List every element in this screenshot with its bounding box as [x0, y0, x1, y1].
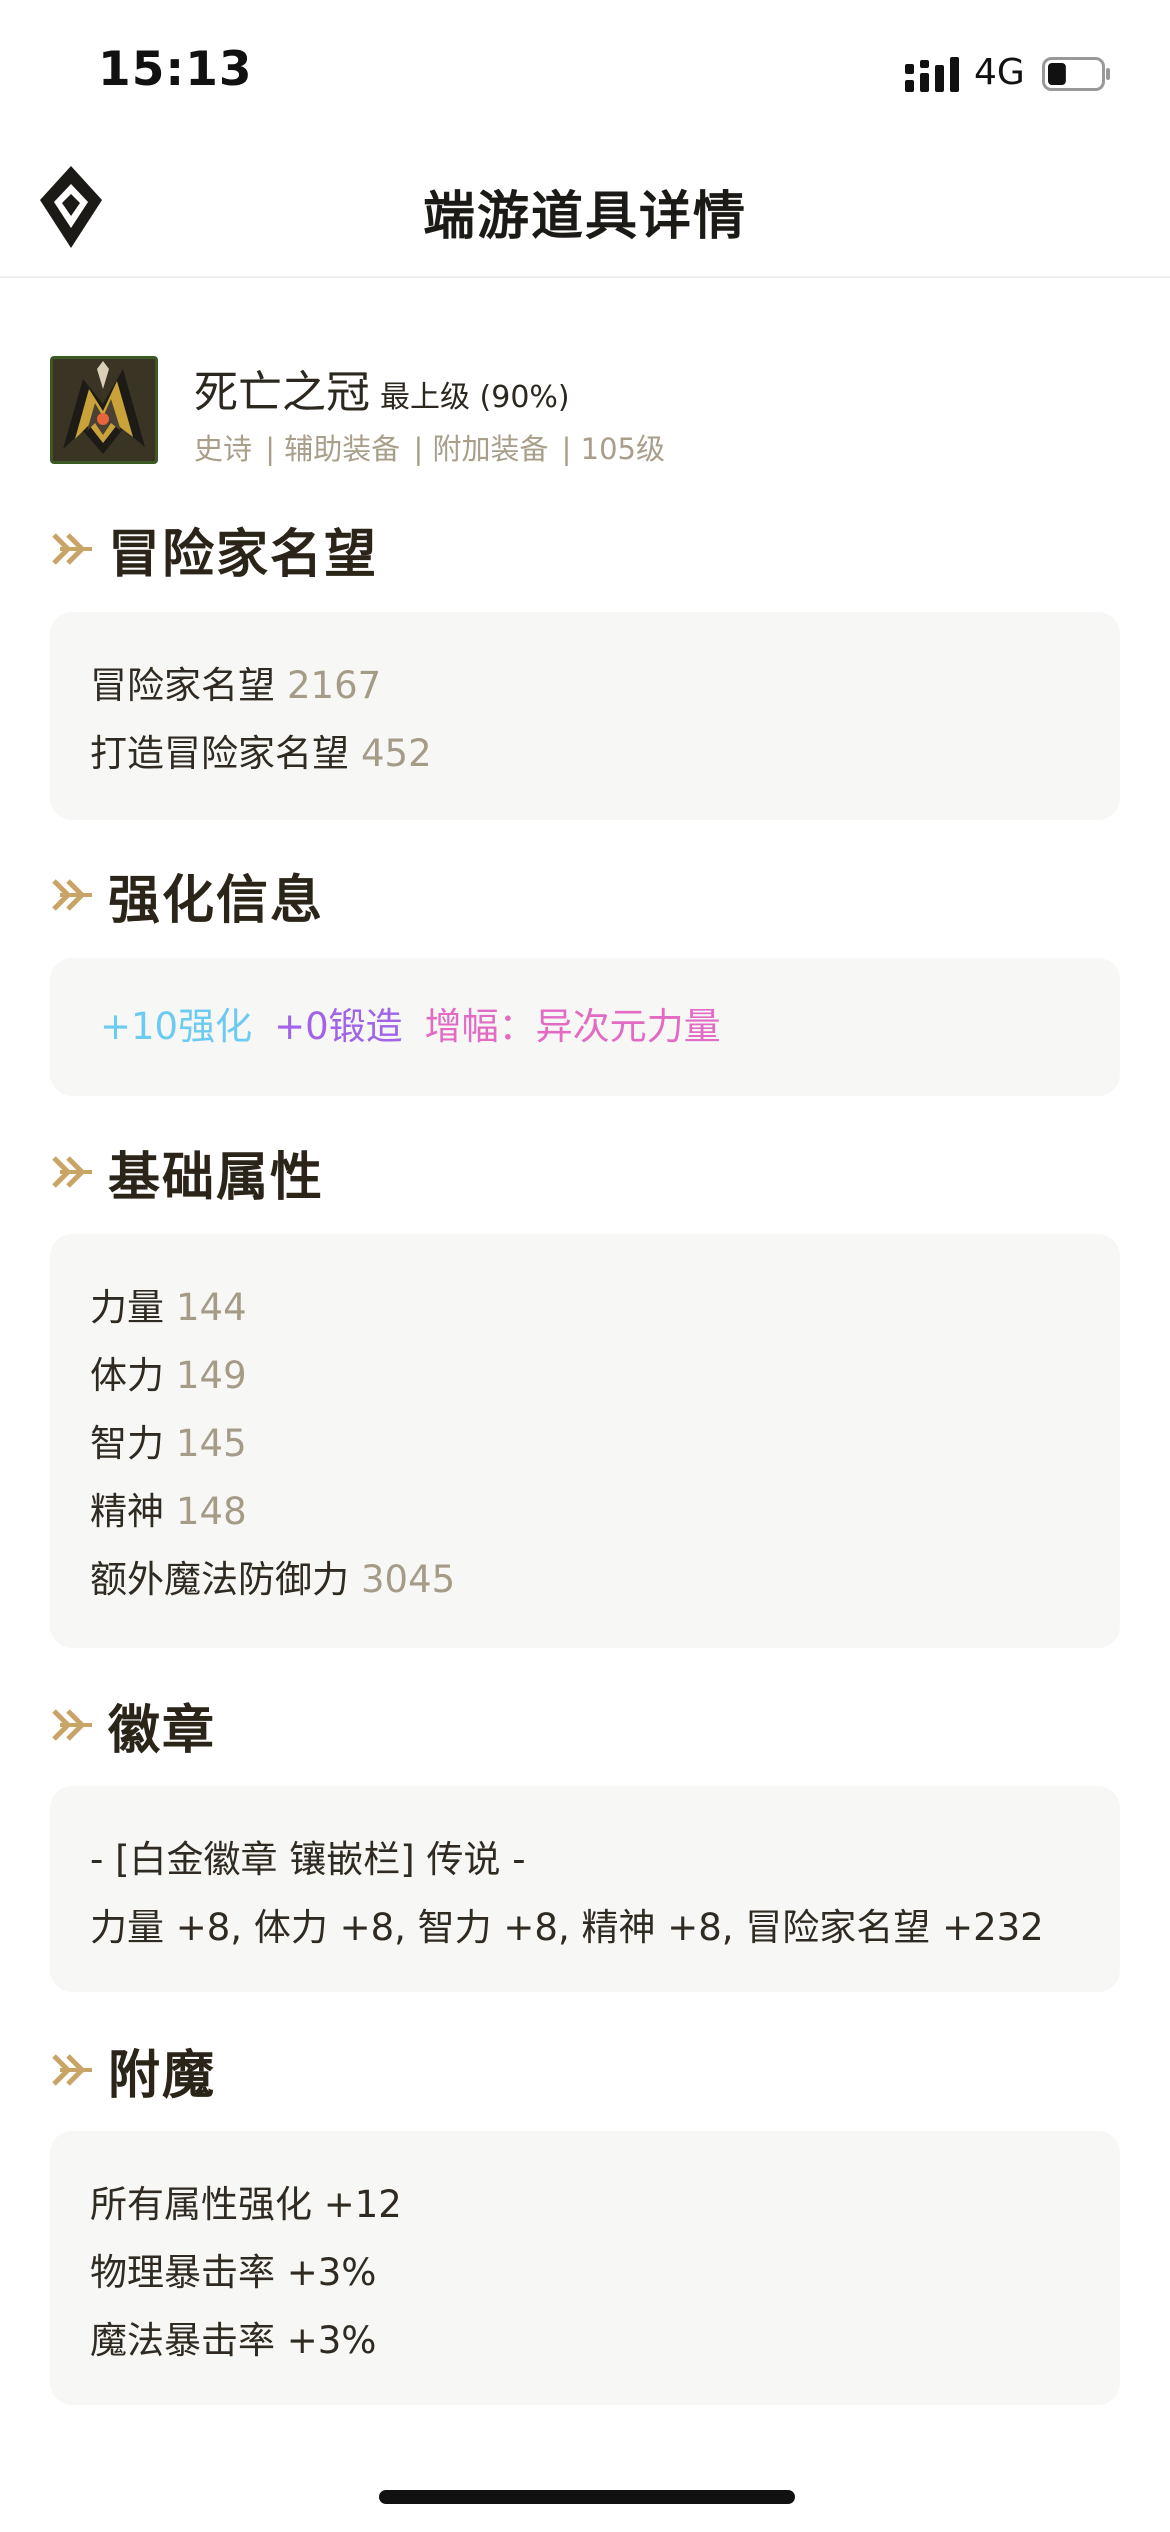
list-item: 力量 144 [90, 1286, 247, 1329]
nav-bar: 端游道具详情 [0, 140, 1170, 278]
base-stats-card: 力量 144 体力 149 智力 145 精神 148 额外魔法防御力 3045 [50, 1234, 1120, 1648]
list-item: 智力 145 [90, 1422, 247, 1465]
item-header: 死亡之冠 最上级 (90%) 史诗 | 辅助装备 | 附加装备 | 105级 [50, 356, 1120, 476]
list-item: 冒险家名望 2167 [90, 664, 382, 707]
section-base-title: 基础属性 [50, 1137, 324, 1208]
list-item: 物理暴击率 +3% [90, 2251, 377, 2294]
section-reputation-title: 冒险家名望 [50, 514, 378, 585]
emblem-stats-line: 力量 +8, 体力 +8, 智力 +8, 精神 +8, 冒险家名望 +232 [90, 1906, 1044, 1949]
status-time: 15:13 [98, 42, 253, 97]
list-item: 打造冒险家名望 452 [90, 732, 432, 775]
list-item: 体力 149 [90, 1354, 247, 1397]
emblem-card: - [白金徽章 镶嵌栏] 传说 - 力量 +8, 体力 +8, 智力 +8, 精… [50, 1786, 1120, 1992]
page-title: 端游道具详情 [422, 187, 747, 247]
amplify-value: 增幅：异次元力量 [424, 1005, 721, 1048]
section-emblem-title: 徽章 [50, 1690, 216, 1761]
arrow-right-icon [52, 2054, 92, 2086]
emblem-slot-line: - [白金徽章 镶嵌栏] 传说 - [90, 1838, 526, 1881]
arrow-right-icon [52, 1709, 92, 1741]
arrow-right-icon [52, 533, 92, 565]
item-tag-slot: | 附加装备 [413, 432, 549, 466]
item-name: 死亡之冠 [194, 367, 370, 418]
network-label: 4G [974, 52, 1025, 93]
item-tags: 史诗 | 辅助装备 | 附加装备 | 105级 [194, 426, 669, 468]
forge-value: +0锻造 [274, 1005, 403, 1048]
list-item: 所有属性强化 +12 [90, 2183, 402, 2226]
section-enhance-title: 强化信息 [50, 860, 324, 931]
arrow-right-icon [52, 879, 92, 911]
reinforce-value: +10强化 [100, 1005, 253, 1048]
reputation-card: 冒险家名望 2167 打造冒险家名望 452 [50, 612, 1120, 820]
list-item: 额外魔法防御力 3045 [90, 1558, 456, 1601]
battery-icon [1042, 57, 1110, 91]
enchant-card: 所有属性强化 +12 物理暴击率 +3% 魔法暴击率 +3% [50, 2131, 1120, 2405]
signal-icon [905, 57, 959, 92]
enhance-row: +10强化 +0锻造 增幅：异次元力量 [90, 993, 1080, 1061]
item-grade: 最上级 (90%) [380, 380, 570, 415]
item-tag-type: | 辅助装备 [265, 432, 401, 466]
item-tag-rarity: 史诗 [194, 432, 253, 466]
home-indicator[interactable] [379, 2490, 795, 2504]
list-item: 魔法暴击率 +3% [90, 2319, 377, 2362]
enhance-card: +10强化 +0锻造 增幅：异次元力量 [50, 958, 1120, 1096]
item-title-row: 死亡之冠 最上级 (90%) [194, 356, 570, 420]
item-tag-level: | 105级 [561, 432, 666, 466]
status-bar: 15:13 4G [0, 0, 1170, 140]
arrow-right-icon [52, 1156, 92, 1188]
helmet-item-icon [50, 356, 158, 464]
section-enchant-title: 附魔 [50, 2035, 216, 2106]
list-item: 精神 148 [90, 1490, 247, 1533]
